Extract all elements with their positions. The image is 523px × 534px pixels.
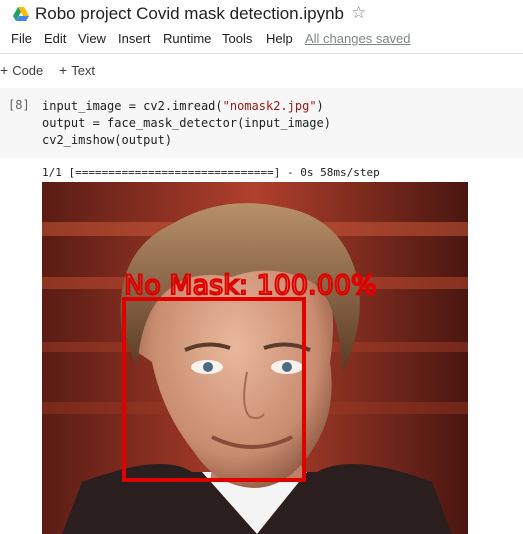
add-text-cell-button[interactable]: + Text [59,60,95,81]
menu-help[interactable]: Help [266,30,293,48]
menu-bar: File Edit View Insert Runtime Tools Help… [0,30,523,48]
progress-output: 1/1 [==============================] - 0… [42,166,380,179]
code-line-3: cv2_imshow(output) [42,133,173,147]
add-code-cell-button[interactable]: + Code [0,60,43,81]
plus-icon: + [0,62,9,78]
title-bar: Robo project Covid mask detection.ipynb … [0,0,523,28]
menu-edit[interactable]: Edit [44,30,66,48]
code-cell[interactable]: [8] input_image = cv2.imread("nomask2.jp… [0,88,523,158]
face-photo: No Mask: 100.00% [42,182,468,534]
output-image: No Mask: 100.00% [42,182,468,534]
code-editor[interactable]: input_image = cv2.imread("nomask2.jpg") o… [42,98,331,149]
add-code-label: Code [12,63,44,78]
execution-count: [8] [8,98,30,112]
detection-label: No Mask: 100.00% [124,270,377,301]
menu-runtime[interactable]: Runtime [163,30,211,48]
toolbar-divider [0,53,523,54]
menu-tools[interactable]: Tools [222,30,252,48]
plus-icon: + [59,62,68,78]
code-line-2: output = face_mask_detector(input_image) [42,116,331,130]
menu-file[interactable]: File [11,30,32,48]
menu-insert[interactable]: Insert [118,30,151,48]
save-status-link[interactable]: All changes saved [305,30,411,48]
add-text-label: Text [71,63,96,78]
notebook-title[interactable]: Robo project Covid mask detection.ipynb [35,4,344,24]
star-icon[interactable]: ☆ [351,3,366,23]
menu-view[interactable]: View [78,30,106,48]
code-line-1: input_image = cv2.imread("nomask2.jpg") [42,99,324,113]
toolbar: + Code + Text [0,60,523,80]
google-drive-icon[interactable] [13,7,29,21]
